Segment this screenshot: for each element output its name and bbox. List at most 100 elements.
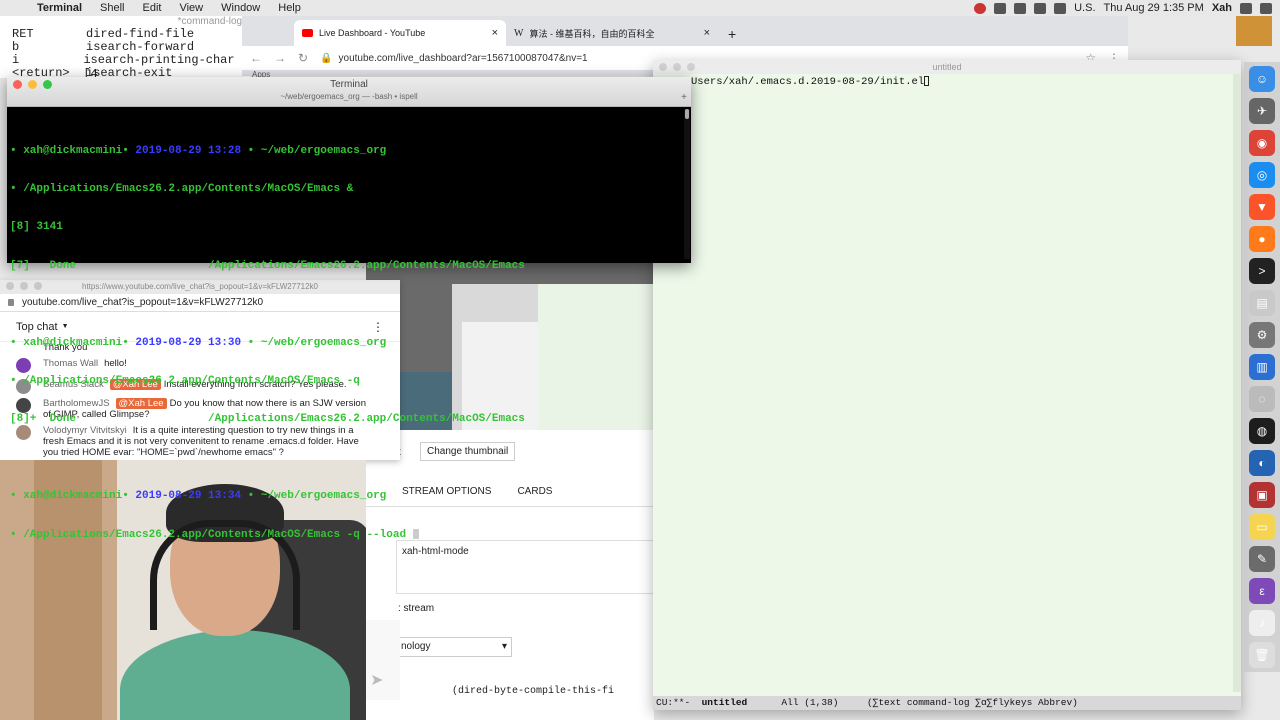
finder-icon[interactable]: ☺ <box>1249 66 1275 92</box>
brave-icon[interactable]: ▼ <box>1249 194 1275 220</box>
command-key: b <box>12 40 20 54</box>
menu-app-terminal[interactable]: Terminal <box>28 2 91 14</box>
gimp-icon[interactable]: ✎ <box>1249 546 1275 572</box>
output-line: • /Applications/Emacs26.2.app/Contents/M… <box>10 182 354 195</box>
command-name: isearch-printing-char [4 <box>83 53 235 81</box>
recording-icon[interactable] <box>974 2 987 14</box>
prompt-line: • xah@dickmacmini• 2019-08-29 13:34 • ~/… <box>10 490 683 503</box>
emacs-window: untitled Users/xah/.emacs.d.2019-08-29/i… <box>653 60 1241 710</box>
terminal-title: Terminal <box>330 79 368 90</box>
output-line: [8] 3141 <box>10 221 63 234</box>
lock-icon: 🔒 <box>320 52 333 64</box>
activity-monitor-icon[interactable]: ▥ <box>1249 354 1275 380</box>
window-controls <box>13 80 52 89</box>
menu-view[interactable]: View <box>170 2 212 14</box>
command-log-row: b isearch-forward <box>0 40 250 54</box>
prompt-path: • ~/web/ergoemacs_org <box>241 144 387 157</box>
terminal-icon[interactable]: > <box>1249 258 1275 284</box>
new-tab-button[interactable]: + <box>718 26 736 46</box>
minimize-window-icon[interactable] <box>28 80 37 89</box>
category-select[interactable]: nology ▾ <box>396 637 512 657</box>
menu-edit[interactable]: Edit <box>134 2 171 14</box>
scrollbar-thumb[interactable] <box>685 109 689 119</box>
prompt-user: • xah@dickmacmini• <box>10 490 136 503</box>
dock: ☺ ✈ ◉ ◎ ▼ ● > ▤ ⚙ ▥ ◌ ◍ ◐ ▣ ▭ ✎ ε ♪ 🗑 <box>1244 62 1280 672</box>
emacs-icon[interactable]: ε <box>1249 578 1275 604</box>
new-tab-icon[interactable]: + <box>681 92 687 103</box>
user-menu[interactable]: Xah <box>1212 2 1232 14</box>
command-log-window: *command-log* RET dired-find-file b isearc… <box>0 16 250 81</box>
status-area: U.S. Thu Aug 29 1:35 PM Xah <box>974 2 1280 14</box>
terminal-subtitle: ~/web/ergoemacs_org — -bash • ispell <box>280 92 418 101</box>
tab-wikipedia[interactable]: W 算法 - 维基百科，自由的百科全 × <box>506 20 718 46</box>
tab-title: 算法 - 维基百科，自由的百科全 <box>529 28 655 39</box>
command-name: dired-find-file <box>86 27 195 41</box>
wikipedia-icon: W <box>514 27 524 39</box>
search-icon[interactable] <box>1014 2 1027 14</box>
prompt-path: • ~/web/ergoemacs_org <box>241 336 387 349</box>
current-command: • /Applications/Emacs26.2.app/Contents/M… <box>10 528 413 541</box>
menu-window[interactable]: Window <box>212 2 269 14</box>
terminal-scrollbar[interactable] <box>684 109 690 259</box>
trash-icon[interactable]: 🗑 <box>1249 642 1275 668</box>
prompt-user: • xah@dickmacmini• <box>10 336 136 349</box>
system-prefs-icon[interactable]: ⚙ <box>1249 322 1275 348</box>
prompt-date: 2019-08-29 13:28 <box>135 144 242 157</box>
obs-icon[interactable]: ◍ <box>1249 418 1275 444</box>
emacs-mode-line: CU:**- untitled All (1,38) (∑text comman… <box>653 696 1241 710</box>
preview-icon[interactable]: ▤ <box>1249 290 1275 316</box>
minimize-window-icon[interactable] <box>673 63 681 71</box>
desktop-folder-icon[interactable] <box>1236 16 1272 46</box>
terminal-output[interactable]: • xah@dickmacmini• 2019-08-29 13:28 • ~/… <box>7 107 683 541</box>
zoom-window-icon[interactable] <box>687 63 695 71</box>
disk-utility-icon[interactable]: ◌ <box>1249 386 1275 412</box>
back-icon[interactable]: ← <box>250 51 262 65</box>
menu-help[interactable]: Help <box>269 2 310 14</box>
music-file-icon[interactable]: ♪ <box>1249 610 1275 636</box>
launchpad-icon[interactable]: ✈ <box>1249 98 1275 124</box>
volume-icon[interactable] <box>1054 2 1067 14</box>
menu-shell[interactable]: Shell <box>91 2 133 14</box>
chevron-down-icon: ▾ <box>501 641 507 652</box>
chat-input-area: ➤ <box>366 620 400 700</box>
close-icon[interactable]: × <box>492 27 498 39</box>
output-line: • /Applications/Emacs26.2.app/Contents/M… <box>10 374 360 387</box>
firefox-icon[interactable]: ● <box>1249 226 1275 252</box>
forward-icon[interactable]: → <box>274 51 286 65</box>
command-name: isearch-forward <box>86 40 195 54</box>
reload-icon[interactable]: ↻ <box>298 51 308 65</box>
modeline-position: All (1,38) <box>747 697 867 708</box>
menu-bar: Terminal Shell Edit View Window Help U.S… <box>0 0 1280 16</box>
safari-icon[interactable]: ◎ <box>1249 162 1275 188</box>
send-icon[interactable]: ➤ <box>370 670 383 690</box>
prompt-path: • ~/web/ergoemacs_org <box>241 490 387 503</box>
chrome-icon[interactable]: ◉ <box>1249 130 1275 156</box>
spotlight-icon[interactable] <box>1240 2 1252 14</box>
emacs-buffer[interactable]: Users/xah/.emacs.d.2019-08-29/init.el <box>691 76 930 88</box>
notes-icon[interactable]: ▭ <box>1249 514 1275 540</box>
tab-live-dashboard[interactable]: Live Dashboard - YouTube × <box>294 20 506 46</box>
close-window-icon[interactable] <box>659 63 667 71</box>
close-window-icon[interactable] <box>13 80 22 89</box>
photo-booth-icon[interactable]: ▣ <box>1249 482 1275 508</box>
emacs-title: untitled <box>932 62 962 72</box>
command-key: RET <box>12 27 34 41</box>
wifi-icon[interactable] <box>1034 2 1047 14</box>
prompt-line: • xah@dickmacmini• 2019-08-29 13:28 • ~/… <box>10 145 683 158</box>
emacs-titlebar: untitled <box>653 60 1241 74</box>
input-source[interactable]: U.S. <box>1074 2 1095 14</box>
prompt-user: • xah@dickmacmini• <box>10 144 136 157</box>
output-line: [7] Done /Applications/Emacs26.2.app/Con… <box>10 259 525 272</box>
zoom-window-icon[interactable] <box>43 80 52 89</box>
screen-icon[interactable] <box>994 2 1007 14</box>
terminal-titlebar: Terminal ~/web/ergoemacs_org — -bash • i… <box>7 77 691 107</box>
prompt-date: 2019-08-29 13:30 <box>135 336 242 349</box>
modeline-modes: (∑text command-log ∑α∑flykeys Abbrev) <box>866 697 1078 708</box>
youtube-icon <box>302 29 313 37</box>
close-icon[interactable]: × <box>704 27 710 39</box>
edge-icon[interactable]: ◐ <box>1249 450 1275 476</box>
clock[interactable]: Thu Aug 29 1:35 PM <box>1104 2 1204 14</box>
notification-center-icon[interactable] <box>1260 2 1272 14</box>
command-log-row: RET dired-find-file <box>0 27 250 41</box>
